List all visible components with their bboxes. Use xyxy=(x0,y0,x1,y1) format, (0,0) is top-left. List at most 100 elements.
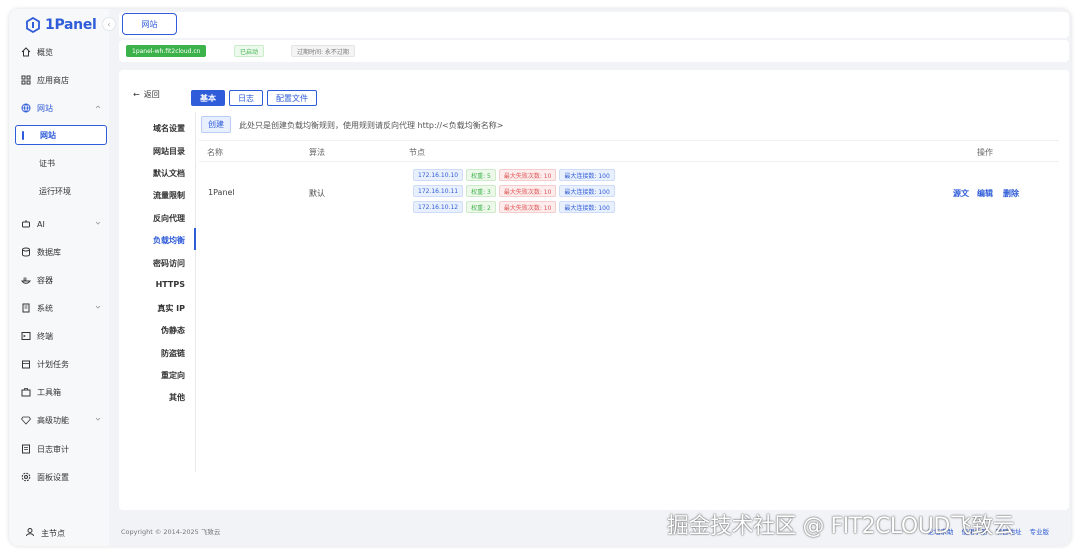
sidebar-subitem-runtime[interactable]: 运行环境 xyxy=(15,181,107,201)
sidebar: 1Panel ‹ 概览 应用商店 网站 网站 证书 运行环境 AI 数据库 容器… xyxy=(9,9,116,546)
sidebar-item-label: 容器 xyxy=(37,275,53,285)
grid-icon xyxy=(21,75,31,85)
vnav-load-balance[interactable]: 负载均衡 xyxy=(119,235,185,246)
sidebar-item-container[interactable]: 容器 xyxy=(21,270,107,290)
logo-icon xyxy=(26,17,40,33)
sidebar-item-terminal[interactable]: 终端 xyxy=(21,326,107,346)
node-weight-tag: 权重: 5 xyxy=(466,169,496,181)
vnav-password-access[interactable]: 密码访问 xyxy=(119,258,185,269)
vnav-default-doc[interactable]: 默认文档 xyxy=(119,168,185,179)
node-ip-tag: 172.16.10.10 xyxy=(413,169,464,181)
sidebar-item-label: 概览 xyxy=(37,47,53,57)
sidebar-item-log-audit[interactable]: 日志审计 xyxy=(21,439,107,459)
diamond-icon xyxy=(21,415,31,425)
sidebar-item-label: 日志审计 xyxy=(37,444,69,454)
tab-website[interactable]: 网站 xyxy=(122,13,177,35)
sidebar-subitem-label: 网站 xyxy=(40,130,56,140)
sidebar-item-system[interactable]: 系统 xyxy=(21,298,107,318)
toolbox-icon xyxy=(21,387,31,397)
row-name: 1Panel xyxy=(208,188,235,197)
vnav-redirect[interactable]: 重定向 xyxy=(119,370,185,381)
sidebar-subitem-certificate[interactable]: 证书 xyxy=(15,153,107,173)
node-row: 172.16.10.11 权重: 3 最大失败次数: 10 最大连接数: 100 xyxy=(413,185,615,197)
copyright: Copyright © 2014-2025 飞致云 xyxy=(121,528,221,536)
tab-bar: 网站 xyxy=(119,12,1069,38)
database-icon xyxy=(21,247,31,257)
node-row: 172.16.10.10 权重: 5 最大失败次数: 10 最大连接数: 100 xyxy=(413,169,615,181)
sidebar-item-label: 应用商店 xyxy=(37,75,69,85)
vnav-domain[interactable]: 域名设置 xyxy=(119,123,185,134)
node-switcher[interactable]: 主节点 xyxy=(25,527,65,539)
table-header: 名称 算法 节点 操作 xyxy=(199,140,1059,162)
sidebar-item-toolbox[interactable]: 工具箱 xyxy=(21,382,107,402)
node-conn-tag: 最大连接数: 100 xyxy=(559,185,615,197)
sidebar-item-label: 高级功能 xyxy=(37,415,69,425)
sidebar-item-website[interactable]: 网站 xyxy=(21,98,107,118)
expire-badge: 过期时间: 永不过期 xyxy=(291,45,355,57)
vnav-active-indicator xyxy=(194,228,196,250)
vnav-rewrite[interactable]: 伪静态 xyxy=(119,325,185,336)
edit-link[interactable]: 编辑 xyxy=(977,188,993,199)
vnav-rate-limit[interactable]: 流量限制 xyxy=(119,190,185,201)
sidebar-subitem-label: 证书 xyxy=(39,158,55,168)
sidebar-item-app-store[interactable]: 应用商店 xyxy=(21,70,107,90)
home-icon xyxy=(21,47,31,57)
back-button[interactable]: ← 返回 xyxy=(133,89,160,100)
back-label: 返回 xyxy=(143,90,160,99)
sidebar-item-label: 系统 xyxy=(37,303,53,313)
source-link[interactable]: 源文 xyxy=(953,188,969,199)
sidebar-item-overview[interactable]: 概览 xyxy=(21,42,107,62)
status-badge: 已启动 xyxy=(234,45,265,57)
delete-link[interactable]: 删除 xyxy=(1003,188,1019,199)
sidebar-item-database[interactable]: 数据库 xyxy=(21,242,107,262)
node-weight-tag: 权重: 3 xyxy=(466,185,496,197)
vnav-real-ip[interactable]: 真实 IP xyxy=(119,303,185,314)
sidebar-item-ai[interactable]: AI xyxy=(21,214,107,234)
collapse-sidebar-button[interactable]: ‹ xyxy=(102,17,116,31)
footer-link-pro[interactable]: 专业版 xyxy=(1030,526,1050,536)
node-fail-tag: 最大失败次数: 10 xyxy=(498,201,557,213)
watermark: 掘金技术社区 @ FIT2CLOUD飞致云 xyxy=(667,514,1015,539)
robot-icon xyxy=(21,219,31,229)
sidebar-item-label: AI xyxy=(37,219,45,229)
tab-log[interactable]: 日志 xyxy=(229,90,263,106)
sidebar-item-advanced[interactable]: 高级功能 xyxy=(21,410,107,430)
chevron-up-icon xyxy=(95,105,101,109)
create-button[interactable]: 创建 xyxy=(201,116,231,133)
main-panel: ← 返回 基本 日志 配置文件 域名设置 网站目录 默认文档 流量限制 反向代理… xyxy=(119,70,1069,510)
chevron-down-icon xyxy=(95,305,101,309)
vnav-divider xyxy=(195,112,196,472)
column-header-nodes: 节点 xyxy=(409,148,425,157)
node-label: 主节点 xyxy=(41,528,65,538)
arrow-left-icon: ← xyxy=(133,90,140,99)
sidebar-subitem-website[interactable]: 网站 xyxy=(15,125,107,145)
node-fail-tag: 最大失败次数: 10 xyxy=(498,185,557,197)
tab-config-file[interactable]: 配置文件 xyxy=(267,90,317,106)
app-window: 1Panel ‹ 概览 应用商店 网站 网站 证书 运行环境 AI 数据库 容器… xyxy=(9,9,1071,546)
chevron-down-icon xyxy=(95,417,101,421)
hint-text: 此处只是创建负载均衡规则，使用规则请反向代理 http://<负载均衡名称> xyxy=(239,121,504,130)
sidebar-item-label: 数据库 xyxy=(37,247,61,257)
sidebar-item-settings[interactable]: 面板设置 xyxy=(21,467,107,487)
column-header-name: 名称 xyxy=(207,148,223,157)
vnav-anti-leech[interactable]: 防盗链 xyxy=(119,348,185,359)
row-algorithm: 默认 xyxy=(309,189,325,198)
system-icon xyxy=(21,303,31,313)
vnav-reverse-proxy[interactable]: 反向代理 xyxy=(119,213,185,224)
vnav-site-dir[interactable]: 网站目录 xyxy=(119,146,185,157)
sidebar-item-label: 面板设置 xyxy=(37,472,69,482)
vnav-https[interactable]: HTTPS xyxy=(119,280,185,289)
tab-basic[interactable]: 基本 xyxy=(191,90,225,106)
node-conn-tag: 最大连接数: 100 xyxy=(559,201,615,213)
node-conn-tag: 最大连接数: 100 xyxy=(559,169,615,181)
site-name-badge: 1panel-wh.fit2cloud.cn xyxy=(126,45,207,57)
node-ip-tag: 172.16.10.11 xyxy=(413,185,464,197)
user-icon xyxy=(25,527,35,539)
calendar-icon xyxy=(21,359,31,369)
sidebar-item-cron[interactable]: 计划任务 xyxy=(21,354,107,374)
logo: 1Panel xyxy=(25,14,97,36)
site-info-bar: 1panel-wh.fit2cloud.cn 已启动 过期时间: 永不过期 xyxy=(119,40,1069,62)
terminal-icon xyxy=(21,331,31,341)
sidebar-item-label: 计划任务 xyxy=(37,359,69,369)
vnav-other[interactable]: 其他 xyxy=(119,392,185,403)
